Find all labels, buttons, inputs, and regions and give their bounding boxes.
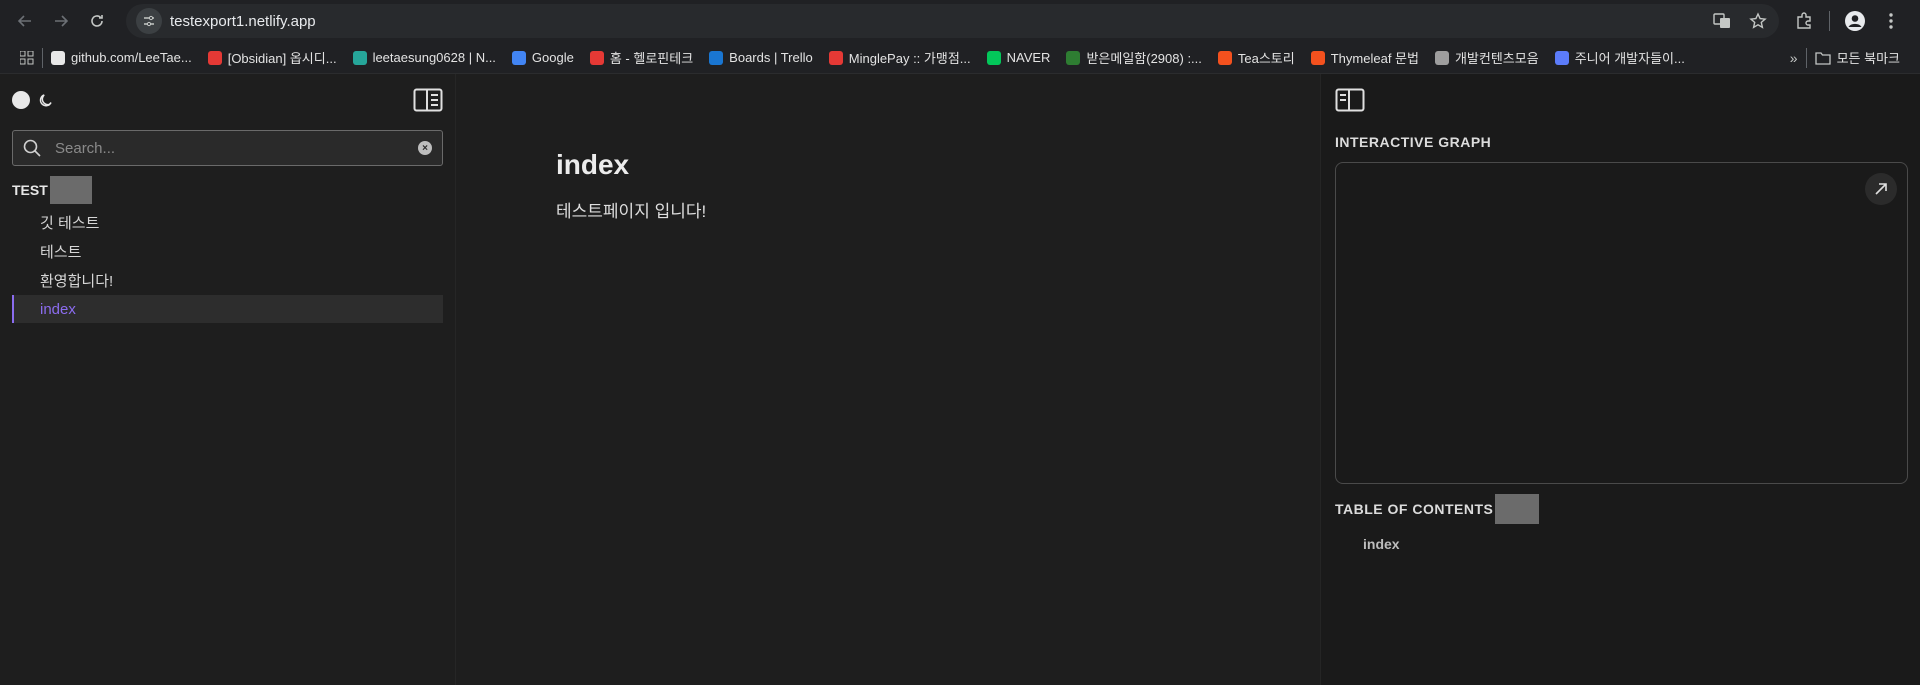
light-mode-icon	[12, 91, 30, 109]
page: × TEST 깃 테스트 테스트 환영합니다! index index 테스트페…	[0, 74, 1920, 685]
bookmark-label: 받은메일함(2908) :...	[1086, 51, 1202, 66]
tree-item-active[interactable]: index	[12, 295, 443, 323]
bookmark-label: Boards | Trello	[729, 50, 813, 65]
explorer: TEST 깃 테스트 테스트 환영합니다! index	[12, 176, 443, 323]
tree-item-label: 깃 테스트	[40, 214, 100, 232]
arrow-left-icon	[17, 15, 31, 27]
bookmark-label: Tea스토리	[1237, 51, 1295, 66]
bookmark-favicon-icon	[1310, 50, 1325, 65]
bookmark-favicon-icon	[51, 50, 65, 65]
toc-item[interactable]: index	[1335, 536, 1908, 552]
explorer-title: TEST	[12, 182, 48, 198]
tree-item-label: index	[40, 300, 76, 318]
all-bookmarks-button[interactable]: 모든 북마크	[1807, 44, 1908, 72]
site-info-icon[interactable]	[136, 8, 162, 34]
redacted-block	[49, 176, 92, 204]
bookmark-item[interactable]: github.com/LeeTae...	[43, 44, 200, 72]
bookmark-favicon-icon	[1554, 50, 1569, 65]
main-content: index 테스트페이지 입니다!	[456, 74, 1320, 685]
bookmarks-bar: github.com/LeeTae... [Obsidian] 옵시디... lee…	[0, 42, 1920, 74]
bookmark-label: 홈 - 헬로핀테크	[609, 51, 694, 66]
left-sidebar: × TEST 깃 테스트 테스트 환영합니다! index	[0, 74, 456, 685]
extensions-icon[interactable]	[1793, 10, 1815, 32]
bookmark-favicon-icon	[828, 50, 843, 65]
tree-item[interactable]: 테스트	[12, 237, 443, 265]
bookmark-favicon-icon	[986, 50, 1001, 65]
browser-toolbar: testexport1.netlify.app	[0, 0, 1920, 42]
search-input[interactable]	[55, 139, 418, 157]
tree-item[interactable]: 환영합니다!	[12, 266, 443, 294]
back-button[interactable]	[10, 6, 40, 36]
expand-graph-button[interactable]	[1865, 173, 1897, 205]
bookmark-label: [Obsidian] 옵시디...	[227, 51, 337, 66]
bookmark-favicon-icon	[352, 50, 367, 65]
bookmark-label: Google	[531, 50, 574, 65]
tree-item-label: 환영합니다!	[40, 272, 114, 290]
search-icon	[23, 139, 41, 157]
address-bar[interactable]: testexport1.netlify.app	[126, 4, 1779, 38]
more-bookmarks-icon[interactable]: »	[1782, 44, 1806, 72]
bookmark-label: 개발컨텐츠모음	[1454, 51, 1539, 66]
folder-icon	[1814, 51, 1831, 65]
bookmark-item[interactable]: Google	[504, 44, 582, 72]
graph-label: INTERACTIVE GRAPH	[1335, 134, 1492, 150]
star-icon[interactable]	[1747, 10, 1769, 32]
arrow-right-icon	[55, 15, 69, 27]
bookmark-favicon-icon	[1066, 50, 1081, 65]
reader-mode-icon-right[interactable]	[1335, 88, 1365, 112]
tree-item[interactable]: 깃 테스트	[12, 208, 443, 236]
toc-label: TABLE OF CONTENTS	[1335, 501, 1494, 517]
bookmark-label: Thymeleaf 문법	[1330, 51, 1419, 66]
toc-header[interactable]: TABLE OF CONTENTS	[1335, 494, 1908, 524]
page-title: index	[556, 149, 630, 180]
bookmark-item[interactable]: 개발컨텐츠모음	[1427, 44, 1547, 72]
bookmark-label: leetaesung0628 | N...	[372, 50, 496, 65]
clear-search-icon[interactable]: ×	[418, 141, 432, 155]
expand-arrow-icon	[1875, 183, 1887, 195]
bookmark-favicon-icon	[589, 50, 604, 65]
url-text[interactable]: testexport1.netlify.app	[170, 13, 1711, 30]
bookmark-label: github.com/LeeTae...	[71, 50, 192, 65]
page-body: 테스트페이지 입니다!	[556, 202, 707, 221]
bookmark-label: MinglePay :: 가맹점...	[848, 51, 971, 66]
bookmark-item[interactable]: 주니어 개발자들이...	[1547, 44, 1693, 72]
reader-mode-icon[interactable]	[413, 88, 443, 112]
apps-icon[interactable]	[12, 44, 42, 72]
right-sidebar: INTERACTIVE GRAPH TABLE OF CONTENTS inde…	[1320, 74, 1920, 685]
bookmark-item[interactable]: leetaesung0628 | N...	[345, 44, 504, 72]
toolbar-divider	[1829, 11, 1830, 31]
profile-icon[interactable]	[1844, 10, 1866, 32]
bookmark-favicon-icon	[511, 50, 526, 65]
bookmark-item[interactable]: Boards | Trello	[701, 44, 821, 72]
bookmark-item[interactable]: Tea스토리	[1210, 44, 1303, 72]
explorer-header[interactable]: TEST	[12, 176, 443, 204]
bookmark-label: NAVER	[1006, 50, 1051, 65]
all-bookmarks-label: 모든 북마크	[1836, 51, 1900, 66]
redacted-block	[1495, 494, 1540, 524]
bookmark-item[interactable]: NAVER	[979, 44, 1059, 72]
bookmark-item[interactable]: [Obsidian] 옵시디...	[200, 44, 345, 72]
bookmark-item[interactable]: 홈 - 헬로핀테크	[582, 44, 701, 72]
tree-item-label: 테스트	[40, 243, 82, 261]
reload-button[interactable]	[82, 6, 112, 36]
moon-icon	[39, 94, 52, 107]
theme-toggle[interactable]	[12, 88, 62, 112]
bookmark-item[interactable]: MinglePay :: 가맹점...	[821, 44, 979, 72]
interactive-graph[interactable]	[1335, 162, 1908, 484]
translate-icon[interactable]	[1711, 10, 1733, 32]
bookmark-favicon-icon	[207, 50, 222, 65]
bookmark-favicon-icon	[1217, 50, 1232, 65]
bookmark-favicon-icon	[1434, 50, 1449, 65]
bookmark-label: 주니어 개발자들이...	[1574, 51, 1685, 66]
menu-kebab-icon[interactable]	[1880, 10, 1902, 32]
file-tree: 깃 테스트 테스트 환영합니다! index	[12, 208, 443, 323]
bookmark-item[interactable]: Thymeleaf 문법	[1303, 44, 1427, 72]
reload-icon	[91, 15, 103, 27]
bookmark-favicon-icon	[709, 50, 724, 65]
search-box[interactable]: ×	[12, 130, 443, 166]
bookmark-item[interactable]: 받은메일함(2908) :...	[1058, 44, 1209, 72]
forward-button[interactable]	[46, 6, 76, 36]
